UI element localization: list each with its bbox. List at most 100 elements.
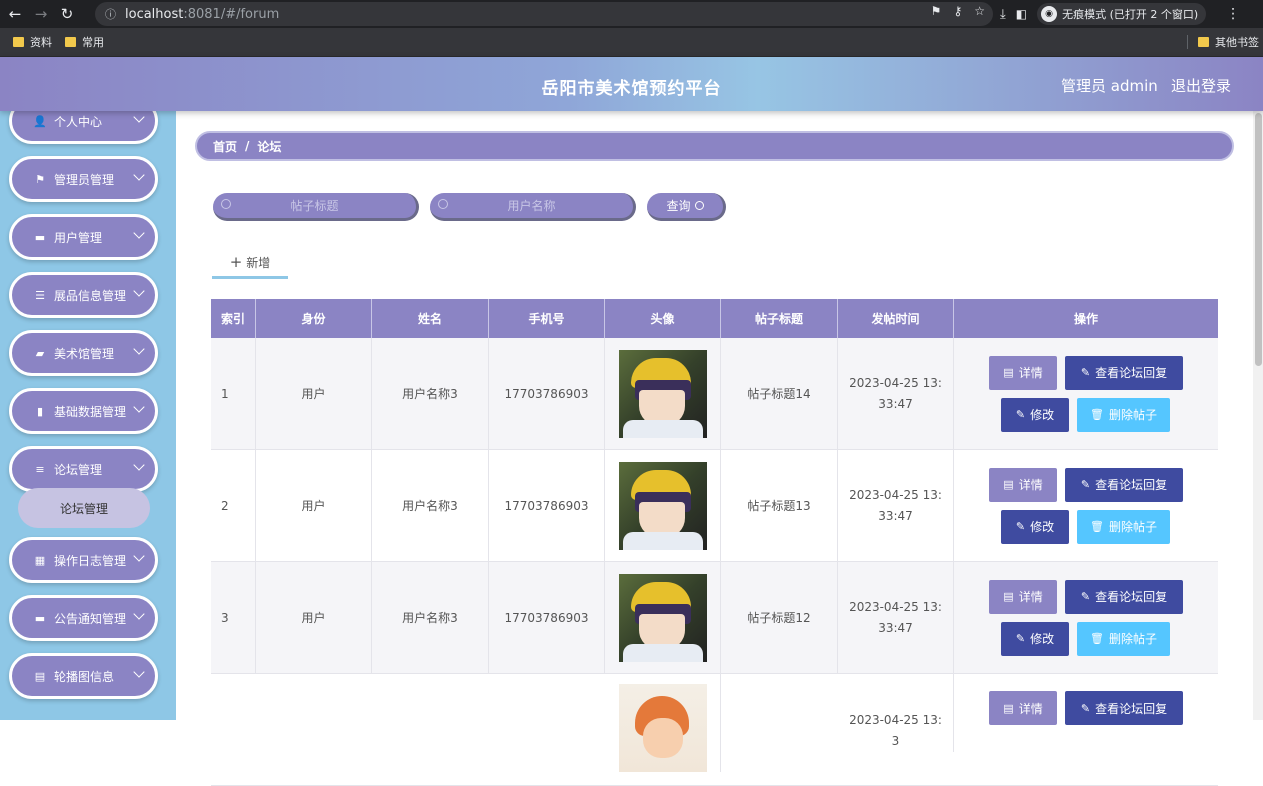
app-header: 岳阳市美术馆预约平台 管理员 admin 退出登录 xyxy=(0,57,1263,111)
column-header: 姓名 xyxy=(372,299,489,338)
folder-icon xyxy=(65,37,76,47)
sidebar-item-forum[interactable]: ≡ 论坛管理 xyxy=(9,446,158,492)
document-icon: ▤ xyxy=(1003,590,1014,603)
edit-button[interactable]: ✎ 修改 xyxy=(1001,621,1069,656)
menu-icon[interactable]: ⋮ xyxy=(1226,6,1240,22)
avatar xyxy=(618,573,707,662)
table-row: 2023-04-25 13:3 ▤ 详情 ✎ 查看论坛回复 xyxy=(211,674,1218,786)
trash-icon: 🗑 xyxy=(1090,408,1104,421)
forward-icon[interactable]: → xyxy=(30,3,52,25)
column-header: 操作 xyxy=(1073,312,1098,326)
scrollbar-thumb[interactable] xyxy=(1255,113,1262,366)
cell-name: 用户名称3 xyxy=(372,450,489,561)
other-bookmarks[interactable]: 其他书签 xyxy=(1187,34,1259,50)
cell-index: 1 xyxy=(211,338,256,449)
column-header: 帖子标题 xyxy=(721,299,838,338)
column-header: 头像 xyxy=(605,299,721,338)
forum-table: 索引 身份 姓名 手机号 头像 帖子标题 发帖时间 操作 1 用户 用户名称3 … xyxy=(211,299,1218,786)
detail-button[interactable]: ▤ 详情 xyxy=(989,579,1057,614)
current-user: 管理员 admin xyxy=(1061,77,1158,95)
cell-phone: 17703786903 xyxy=(489,450,605,561)
edit-button[interactable]: ✎ 修改 xyxy=(1001,509,1069,544)
cell-time: 2023-04-25 13:33:47 xyxy=(838,562,954,673)
reload-icon[interactable]: ↻ xyxy=(56,3,78,25)
view-replies-button[interactable]: ✎ 查看论坛回复 xyxy=(1065,467,1183,502)
sidebar: 👤 个人中心 ⚑ 管理员管理 ▬ 用户管理 ☰ 展品信息管理 ▰ 美术馆管理 ▮ 基础数据管… xyxy=(0,111,176,720)
clipboard-icon: ▤ xyxy=(34,669,46,683)
sidebar-item-profile[interactable]: 👤 个人中心 xyxy=(9,111,158,144)
sidebar-item-users[interactable]: ▬ 用户管理 xyxy=(9,214,158,260)
sidebar-item-exhibits[interactable]: ☰ 展品信息管理 xyxy=(9,272,158,318)
sidebar-item-basic-data[interactable]: ▮ 基础数据管理 xyxy=(9,388,158,434)
address-bar[interactable]: ⓘ localhost:8081/#/forum ⚑ ⚷ ☆ xyxy=(95,2,993,26)
chevron-down-icon xyxy=(133,666,145,678)
submenu-forum-management[interactable]: 论坛管理 xyxy=(18,488,150,528)
sidebar-item-gallery[interactable]: ▰ 美术馆管理 xyxy=(9,330,158,376)
user-name-search[interactable] xyxy=(430,193,636,221)
key-icon[interactable]: ⚷ xyxy=(953,4,962,18)
bookmarks-bar: 资料 常用 其他书签 xyxy=(0,28,1263,57)
logout-button[interactable]: 退出登录 xyxy=(1171,75,1231,96)
cell-name: 用户名称3 xyxy=(372,562,489,673)
edit-icon: ✎ xyxy=(1015,408,1026,421)
document-icon: ▤ xyxy=(1003,701,1014,715)
delete-button[interactable]: 🗑 删除帖子 xyxy=(1077,509,1170,544)
document-icon: ▤ xyxy=(1003,478,1014,491)
breadcrumb-home[interactable]: 首页 xyxy=(213,138,237,155)
sliders-icon: ≡ xyxy=(35,462,45,476)
trash-icon: 🗑 xyxy=(1090,632,1104,645)
search-icon xyxy=(694,201,704,210)
breadcrumb-current: 论坛 xyxy=(257,139,282,154)
delete-button[interactable]: 🗑 删除帖子 xyxy=(1077,621,1170,656)
chevron-down-icon xyxy=(133,111,145,123)
user-icon: 👤 xyxy=(33,114,47,128)
cell-avatar xyxy=(605,450,721,561)
edit-button[interactable]: ✎ 修改 xyxy=(1001,397,1069,432)
list-icon: ☰ xyxy=(35,288,45,302)
column-header: 手机号 xyxy=(489,299,605,338)
detail-button[interactable]: ▤ 详情 xyxy=(989,355,1057,390)
sidepanel-icon[interactable]: ◧ xyxy=(1016,7,1027,21)
sidebar-item-admins[interactable]: ⚑ 管理员管理 xyxy=(9,156,158,202)
info-icon[interactable]: ⓘ xyxy=(105,6,119,22)
table-header: 索引 身份 姓名 手机号 头像 帖子标题 发帖时间 操作 xyxy=(211,299,1218,338)
incognito-icon: ◉ xyxy=(1041,6,1058,22)
view-replies-button[interactable]: ✎ 查看论坛回复 xyxy=(1065,579,1183,614)
document-icon: ▤ xyxy=(1003,366,1014,379)
download-icon[interactable]: ⤓ xyxy=(1000,7,1006,22)
sidebar-item-carousel[interactable]: ▤ 轮播图信息 xyxy=(9,653,158,699)
bookmark-folder[interactable]: 常用 xyxy=(65,34,104,50)
plus-icon: + xyxy=(229,253,243,271)
edit-icon: ✎ xyxy=(1080,478,1091,491)
card-icon: ▬ xyxy=(34,230,46,244)
translate-icon[interactable]: ⚑ xyxy=(931,4,942,18)
folder-icon xyxy=(1198,37,1209,47)
sidebar-item-notices[interactable]: ▬ 公告通知管理 xyxy=(9,595,158,641)
bookmark-folder[interactable]: 资料 xyxy=(13,34,52,50)
avatar xyxy=(618,349,707,438)
cell-role: 用户 xyxy=(256,450,372,561)
column-header: 发帖时间 xyxy=(838,299,954,338)
user-name-input[interactable] xyxy=(430,193,633,218)
delete-button[interactable]: 🗑 删除帖子 xyxy=(1077,397,1170,432)
query-button[interactable]: 查询 xyxy=(647,193,726,221)
briefcase-icon: ▬ xyxy=(34,611,46,625)
post-title-search[interactable] xyxy=(213,193,419,221)
edit-icon: ✎ xyxy=(1080,701,1091,715)
chevron-down-icon xyxy=(133,550,145,562)
sidebar-item-logs[interactable]: ▦ 操作日志管理 xyxy=(9,537,158,583)
post-title-input[interactable] xyxy=(213,193,416,218)
add-button[interactable]: + 新增 xyxy=(212,248,288,279)
edit-icon: ✎ xyxy=(1080,366,1091,379)
cell-index: 3 xyxy=(211,562,256,673)
cell-title: 帖子标题14 xyxy=(721,338,838,449)
star-icon[interactable]: ☆ xyxy=(974,4,985,18)
browser-toolbar: ← → ↻ ⓘ localhost:8081/#/forum ⚑ ⚷ ☆ ⤓ ◧… xyxy=(0,0,1263,28)
detail-button[interactable]: ▤ 详情 xyxy=(989,467,1057,502)
view-replies-button[interactable]: ✎ 查看论坛回复 xyxy=(1065,355,1183,390)
column-header: 索引 xyxy=(211,299,256,338)
cell-actions: ▤ 详情 ✎ 查看论坛回复 ✎ 修改 🗑 删除帖子 xyxy=(954,338,1218,449)
back-icon[interactable]: ← xyxy=(4,3,26,25)
incognito-badge[interactable]: ◉ 无痕模式 (已打开 2 个窗口) xyxy=(1037,3,1207,25)
chevron-down-icon xyxy=(133,285,145,297)
